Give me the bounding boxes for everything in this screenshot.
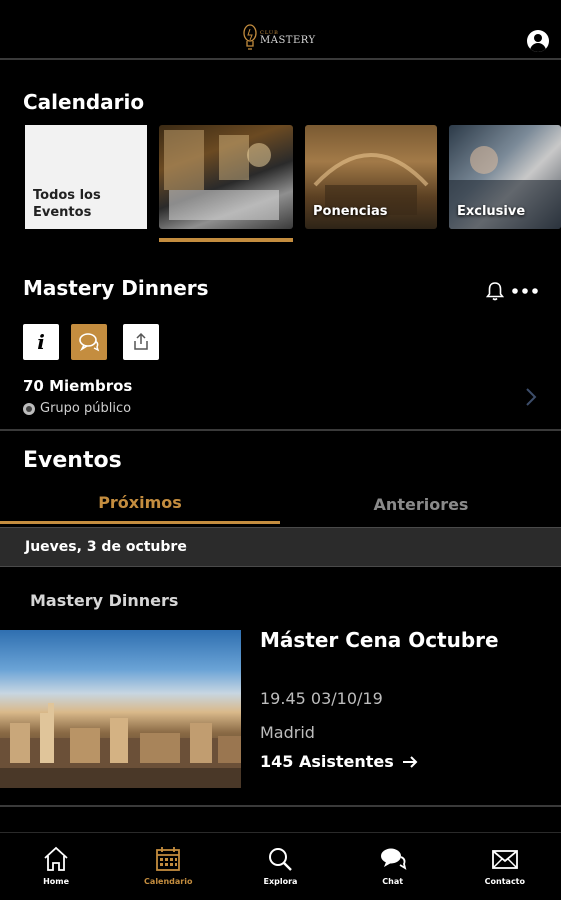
restaurant-photo <box>164 130 279 220</box>
search-icon <box>269 848 293 871</box>
calendar-card-exclusive[interactable]: Exclusive <box>449 125 561 229</box>
bell-icon[interactable] <box>486 281 504 301</box>
info-button[interactable]: i <box>23 324 59 360</box>
chat-bubbles-icon <box>79 333 100 352</box>
calendar-section-title: Calendario <box>23 90 145 114</box>
tab-upcoming[interactable]: Próximos <box>0 484 280 524</box>
lightbulb-icon <box>243 24 257 50</box>
share-icon <box>134 332 148 350</box>
date-header: Jueves, 3 de octubre <box>0 527 561 567</box>
date-header-label: Jueves, 3 de octubre <box>25 539 187 555</box>
event-attendees-link[interactable]: 145 Asistentes <box>260 752 418 771</box>
share-button[interactable] <box>123 324 159 360</box>
calendar-card-ponencias[interactable]: Ponencias <box>305 125 437 229</box>
profile-icon[interactable] <box>527 30 549 52</box>
nav-label-calendar: Calendario <box>144 877 193 886</box>
group-title: Mastery Dinners <box>23 276 209 300</box>
nav-item-chat[interactable]: Chat <box>337 833 449 900</box>
members-count[interactable]: 70 Miembros <box>23 377 132 395</box>
top-bar: CLUB MASTERY <box>0 0 561 60</box>
event-location: Madrid <box>260 723 315 742</box>
logo-mastery-text: MASTERY <box>260 34 316 46</box>
event-attendees-label: 145 Asistentes <box>260 752 394 771</box>
event-datetime: 19.45 03/10/19 <box>260 689 383 708</box>
envelope-icon <box>491 850 518 869</box>
nav-label-explore: Explora <box>263 877 298 886</box>
group-visibility-label: Grupo público <box>40 401 132 416</box>
event-image-madrid[interactable] <box>0 630 241 788</box>
group-chat-button[interactable] <box>71 324 107 360</box>
chevron-right-icon[interactable] <box>524 386 538 408</box>
section-divider <box>0 429 561 431</box>
info-icon: i <box>37 330 45 354</box>
nav-label-chat: Chat <box>382 877 404 886</box>
home-icon <box>44 846 68 871</box>
club-mastery-logo[interactable]: CLUB MASTERY <box>243 24 316 52</box>
nav-item-calendar[interactable]: Calendario <box>112 833 224 900</box>
arrow-right-icon <box>402 755 418 768</box>
event-title[interactable]: Máster Cena Octubre <box>260 627 550 654</box>
chat-icon <box>380 848 407 870</box>
nav-item-explore[interactable]: Explora <box>224 833 336 900</box>
nav-label-home: Home <box>43 877 70 886</box>
calendar-card-label: Ponencias <box>313 204 388 219</box>
more-options-icon[interactable] <box>512 288 538 294</box>
nav-label-contact: Contacto <box>484 877 526 886</box>
tab-past[interactable]: Anteriores <box>281 484 561 524</box>
event-group-label: Mastery Dinners <box>30 591 179 610</box>
events-section-title: Eventos <box>23 448 122 473</box>
city-skyline-photo <box>0 703 241 788</box>
bottom-navigation: Home Calendario Explora Chat Contacto <box>0 832 561 900</box>
calendar-card-mastery-dinners[interactable] <box>159 125 293 229</box>
calendar-card-label: Todos los Eventos <box>33 188 101 220</box>
nav-item-home[interactable]: Home <box>0 833 112 900</box>
calendar-card-all-events[interactable]: Todos los Eventos <box>25 125 147 229</box>
nav-item-contact[interactable]: Contacto <box>449 833 561 900</box>
calendar-selected-indicator <box>159 238 293 242</box>
calendar-card-label: Exclusive <box>457 204 526 219</box>
group-visibility: Grupo público <box>23 401 131 416</box>
calendar-icon <box>156 847 181 871</box>
event-divider <box>0 805 561 807</box>
globe-icon <box>23 402 35 415</box>
